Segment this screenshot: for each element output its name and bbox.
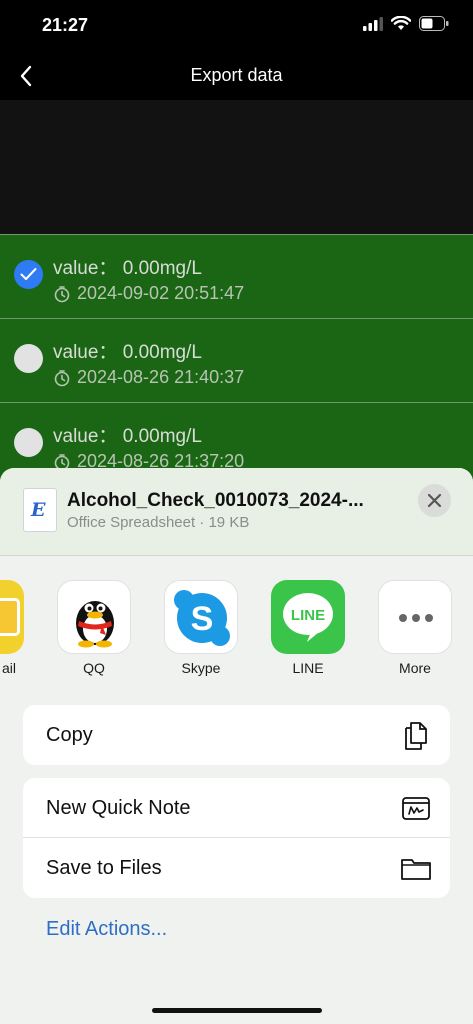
more-icon xyxy=(378,580,452,654)
nav-bar: Export data xyxy=(0,52,473,100)
record-timestamp: 2024-08-26 21:40:37 xyxy=(53,367,244,388)
timer-icon xyxy=(54,285,70,302)
mail-icon xyxy=(0,580,24,654)
record-value: value： 0.00mg/L xyxy=(53,258,202,279)
share-sheet: E Alcohol_Check_0010073_2024-... Office … xyxy=(0,468,473,1024)
line-icon: LINE xyxy=(271,580,345,654)
empty-header-area xyxy=(0,100,473,234)
wifi-icon xyxy=(391,16,411,30)
checkmark-icon xyxy=(20,268,37,280)
record-value: value： 0.00mg/L xyxy=(53,342,202,363)
edit-actions-link[interactable]: Edit Actions... xyxy=(46,918,167,941)
status-bar: 21:27 xyxy=(0,0,473,52)
new-quick-note-action[interactable]: New Quick Note xyxy=(23,778,450,838)
file-meta: Office Spreadsheet · 19 KB xyxy=(67,514,250,531)
battery-icon xyxy=(419,16,449,31)
share-app-mail[interactable]: ail xyxy=(0,580,24,680)
checkbox-unchecked[interactable] xyxy=(14,344,43,373)
share-app-line[interactable]: LINE LINE xyxy=(271,580,345,680)
share-sheet-header: E Alcohol_Check_0010073_2024-... Office … xyxy=(0,468,473,556)
home-indicator[interactable] xyxy=(152,1008,322,1013)
share-app-qq[interactable]: QQ xyxy=(57,580,131,680)
status-icons xyxy=(363,16,449,31)
record-value: value： 0.00mg/L xyxy=(53,426,202,447)
timer-icon xyxy=(54,369,70,386)
record-row[interactable]: value： 0.00mg/L 2024-08-26 21:40:37 xyxy=(0,318,473,402)
page-title: Export data xyxy=(190,65,283,85)
records-list: value： 0.00mg/L 2024-09-02 20:51:47 valu… xyxy=(0,234,473,484)
skype-icon: S xyxy=(164,580,238,654)
copy-icon xyxy=(400,719,432,751)
share-app-more[interactable]: More xyxy=(378,580,452,680)
checkbox-unchecked[interactable] xyxy=(14,428,43,457)
action-group-notes-files: New Quick Note Save to Files xyxy=(23,778,450,898)
close-icon xyxy=(427,493,442,508)
record-timestamp: 2024-09-02 20:51:47 xyxy=(53,283,244,304)
svg-text:LINE: LINE xyxy=(291,607,325,624)
copy-action[interactable]: Copy xyxy=(23,705,450,765)
close-button[interactable] xyxy=(418,484,451,517)
checkbox-checked[interactable] xyxy=(14,260,43,289)
cellular-signal-icon xyxy=(363,16,383,31)
file-name: Alcohol_Check_0010073_2024-... xyxy=(67,490,364,511)
spreadsheet-file-icon: E xyxy=(23,488,57,532)
action-group-copy: Copy xyxy=(23,705,450,765)
share-apps-row: ail QQ S Skype LINE LINE More xyxy=(0,580,473,680)
share-app-skype[interactable]: S Skype xyxy=(164,580,238,680)
status-time: 21:27 xyxy=(42,15,89,35)
svg-text:S: S xyxy=(191,600,214,638)
folder-icon xyxy=(400,852,432,884)
record-row[interactable]: value： 0.00mg/L 2024-09-02 20:51:47 xyxy=(0,234,473,318)
qq-icon xyxy=(57,580,131,654)
quick-note-icon xyxy=(400,792,432,824)
save-to-files-action[interactable]: Save to Files xyxy=(23,838,450,898)
